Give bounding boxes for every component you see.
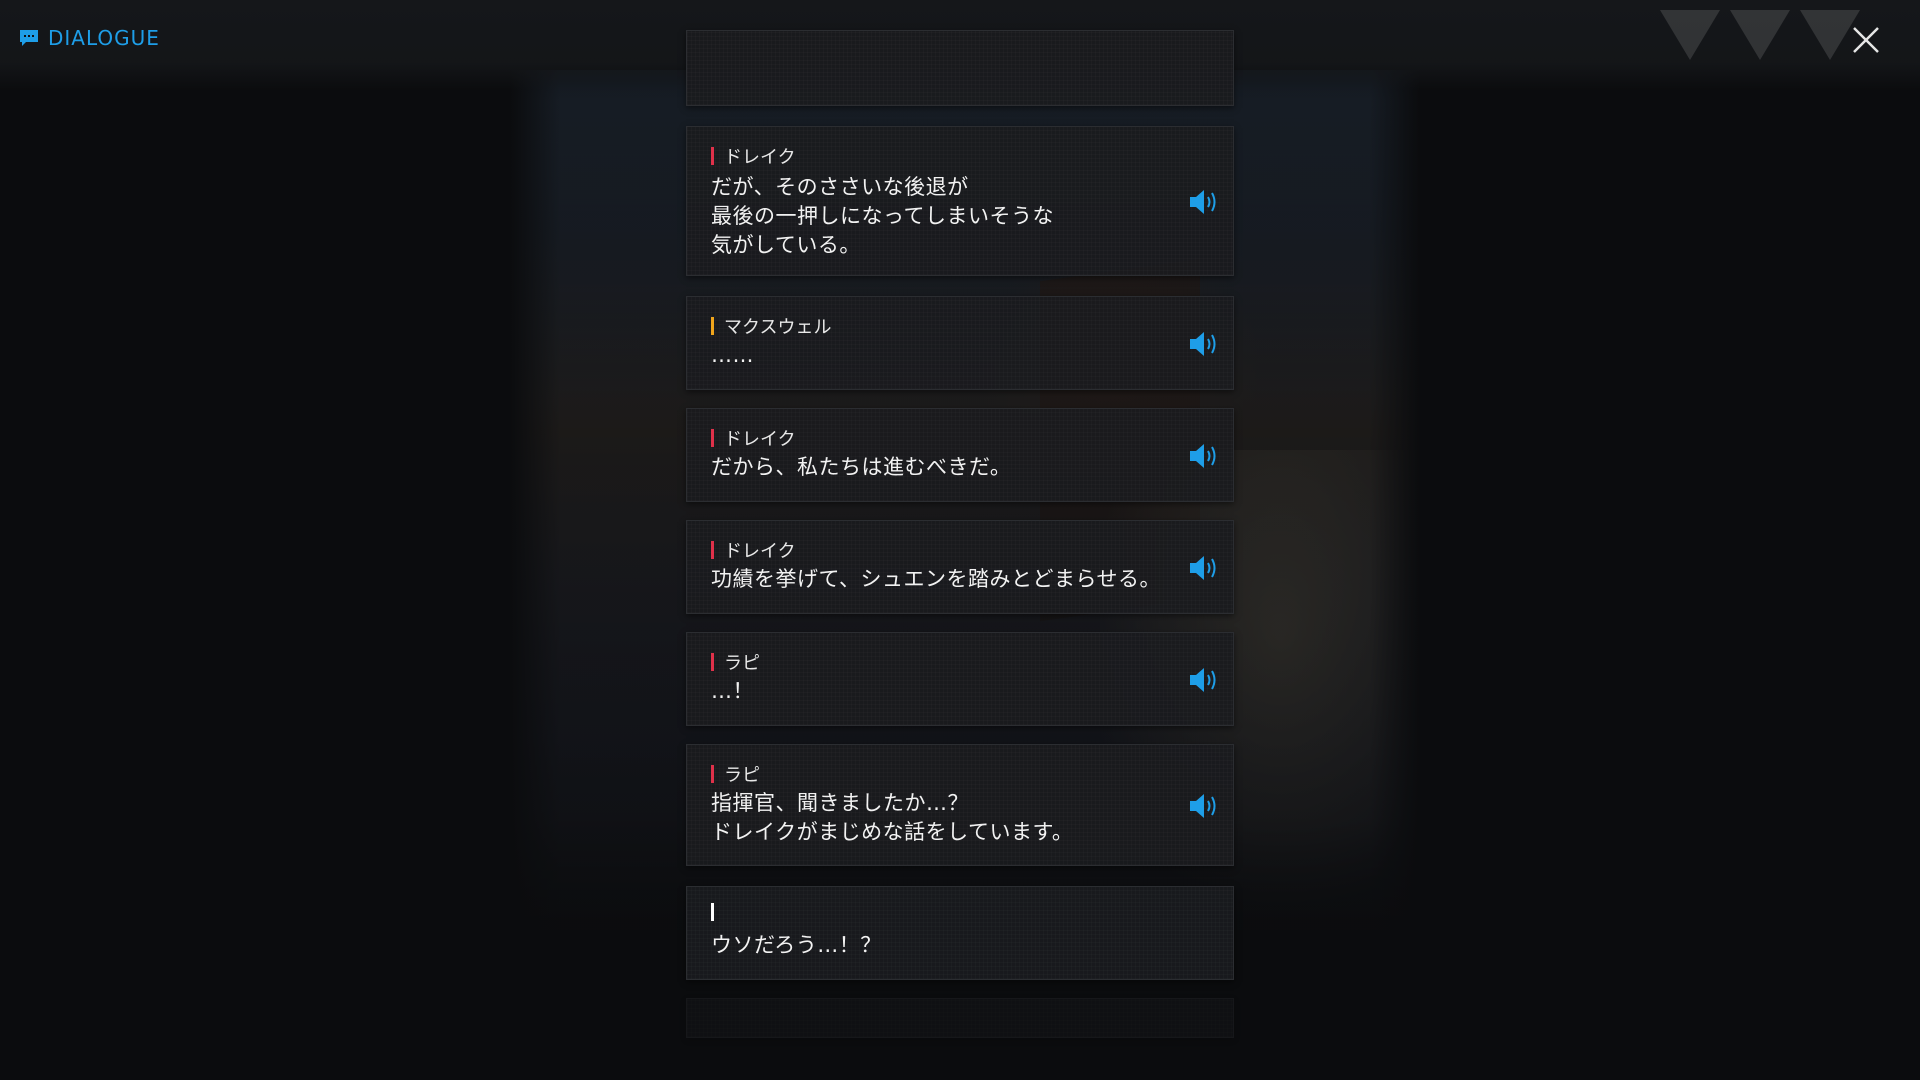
speaker-name <box>711 903 724 921</box>
speaker-name: ドレイク <box>711 143 796 169</box>
dialogue-entry-partial-top <box>686 30 1234 106</box>
dialogue-title-text: DIALOGUE <box>48 26 160 50</box>
close-button[interactable] <box>1850 24 1882 56</box>
dialogue-line: 指揮官、聞きましたか…？ ドレイクがまじめな話をしています。 <box>711 791 1074 844</box>
speaker-label: ドレイク <box>724 147 796 168</box>
speaker-label: ラピ <box>724 765 760 786</box>
speaker-color-bar <box>711 765 714 783</box>
speaker-color-bar <box>711 317 714 335</box>
speaker-icon <box>1190 794 1216 818</box>
dialogue-title: DIALOGUE <box>18 26 160 50</box>
speaker-icon <box>1190 332 1216 356</box>
speaker-name: ドレイク <box>711 537 796 563</box>
speaker-name: ドレイク <box>711 425 796 451</box>
dialogue-line: だが、そのささいな後退が 最後の一押しになってしまいそうな 気がしている。 <box>711 175 1054 257</box>
speaker-color-bar <box>711 147 714 165</box>
speaker-name: マクスウェル <box>711 313 831 339</box>
voice-play-button[interactable] <box>1187 791 1221 821</box>
dialogue-entry: ドレイク 功績を挙げて、シュエンを踏みとどまらせる。 <box>686 520 1234 614</box>
speaker-color-bar <box>711 903 714 921</box>
dialogue-entry: ラピ 指揮官、聞きましたか…？ ドレイクがまじめな話をしています。 <box>686 744 1234 866</box>
speaker-label: ラピ <box>724 653 760 674</box>
speaker-icon <box>1190 668 1216 692</box>
voice-play-button[interactable] <box>1187 553 1221 583</box>
dialogue-entry: ラピ …！ <box>686 632 1234 726</box>
dialogue-entry: マクスウェル …… <box>686 296 1234 390</box>
dialogue-line: …… <box>711 343 754 367</box>
dialogue-entry: ドレイク だから、私たちは進むべきだ。 <box>686 408 1234 502</box>
dialogue-entry-partial-bottom <box>686 998 1234 1038</box>
speaker-icon <box>1190 190 1216 214</box>
speaker-label: ドレイク <box>724 541 796 562</box>
voice-play-button[interactable] <box>1187 187 1221 217</box>
speaker-name: ラピ <box>711 649 760 675</box>
speaker-icon <box>1190 444 1216 468</box>
voice-play-button[interactable] <box>1187 441 1221 471</box>
dialogue-line: だから、私たちは進むべきだ。 <box>711 455 1012 479</box>
dialogue-log-screen: DIALOGUE ドレイク だが、そのささいな後退が 最後の一押しになってしまい… <box>0 0 1920 1080</box>
speaker-color-bar <box>711 541 714 559</box>
voice-play-button[interactable] <box>1187 665 1221 695</box>
dialogue-line: …！ <box>711 679 754 703</box>
dialogue-entry-player: ウソだろう…！？ <box>686 886 1234 980</box>
chat-bubble-icon <box>20 30 38 46</box>
speaker-color-bar <box>711 429 714 447</box>
close-icon <box>1853 27 1879 53</box>
speaker-name: ラピ <box>711 761 760 787</box>
speaker-label: ドレイク <box>724 429 796 450</box>
speaker-label: マクスウェル <box>724 317 832 338</box>
speaker-color-bar <box>711 653 714 671</box>
voice-play-button[interactable] <box>1187 329 1221 359</box>
dialogue-line: 功績を挙げて、シュエンを踏みとどまらせる。 <box>711 567 1162 591</box>
header-decoration-icon <box>1660 10 1860 60</box>
speaker-icon <box>1190 556 1216 580</box>
dialogue-line: ウソだろう…！？ <box>711 933 882 957</box>
dialogue-entry: ドレイク だが、そのささいな後退が 最後の一押しになってしまいそうな 気がしてい… <box>686 126 1234 276</box>
